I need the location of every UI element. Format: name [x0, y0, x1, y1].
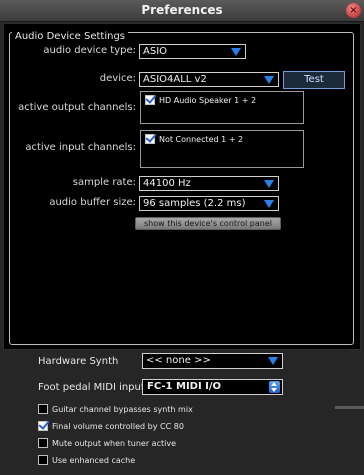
output-channels-label: active output channels:: [18, 102, 136, 113]
option-label: Use enhanced cache: [52, 455, 136, 465]
checkbox[interactable]: [38, 455, 48, 465]
hardware-synth-dropdown[interactable]: << none >>: [142, 353, 283, 369]
dropdown-arrow-icon: [231, 48, 241, 56]
output-channel-label: HD Audio Speaker 1 + 2: [159, 95, 257, 105]
output-channels-list[interactable]: HD Audio Speaker 1 + 2: [140, 91, 304, 124]
device-type-value: ASIO: [143, 46, 168, 57]
option-mute-output[interactable]: Mute output when tuner active: [38, 438, 176, 448]
checkbox[interactable]: [38, 438, 48, 448]
option-label: Guitar channel bypasses synth mix: [52, 404, 193, 414]
sample-rate-value: 44100 Hz: [143, 178, 191, 189]
foot-pedal-value: FC-1 MIDI I/O: [147, 381, 222, 392]
input-channels-label: active input channels:: [25, 142, 136, 153]
show-control-panel-button[interactable]: show this device's control panel: [135, 217, 281, 230]
window-title: Preferences: [141, 3, 223, 17]
sample-rate-dropdown[interactable]: 44100 Hz: [139, 176, 279, 191]
list-item[interactable]: HD Audio Speaker 1 + 2: [145, 95, 256, 105]
list-item[interactable]: Not Connected 1 + 2: [145, 134, 243, 144]
title-bar: Preferences ×: [0, 0, 364, 22]
sample-rate-label: sample rate:: [72, 177, 136, 188]
buffer-size-dropdown[interactable]: 96 samples (2.2 ms): [139, 196, 279, 211]
foot-pedal-dropdown[interactable]: FC-1 MIDI I/O: [142, 379, 283, 395]
option-label: Mute output when tuner active: [52, 438, 176, 448]
audio-settings-legend: Audio Device Settings: [12, 31, 128, 42]
foot-pedal-label: Foot pedal MIDI input:: [38, 382, 149, 393]
dropdown-arrow-icon: [264, 76, 274, 84]
hardware-synth-value: << none >>: [146, 355, 211, 366]
checkbox[interactable]: [38, 404, 48, 414]
test-button[interactable]: Test: [283, 71, 345, 89]
device-dropdown[interactable]: ASIO4ALL v2: [139, 72, 279, 87]
checkbox[interactable]: [38, 421, 48, 431]
dropdown-arrow-icon: [264, 200, 274, 208]
device-value: ASIO4ALL v2: [143, 74, 207, 85]
stepper-icon[interactable]: [269, 381, 280, 393]
hardware-synth-label: Hardware Synth: [38, 356, 119, 367]
option-final-volume[interactable]: Final volume controlled by CC 80: [38, 421, 184, 431]
option-enhanced-cache[interactable]: Use enhanced cache: [38, 455, 135, 465]
dropdown-arrow-icon: [268, 357, 278, 365]
checkbox[interactable]: [145, 95, 155, 105]
close-icon[interactable]: ×: [346, 3, 361, 18]
buffer-size-value: 96 samples (2.2 ms): [143, 198, 246, 209]
audio-settings-panel: Audio Device Settings audio device type:…: [3, 23, 361, 350]
option-guitar-bypass[interactable]: Guitar channel bypasses synth mix: [38, 404, 193, 414]
divider: [335, 406, 364, 409]
device-type-dropdown[interactable]: ASIO: [139, 44, 246, 59]
device-label: device:: [99, 73, 136, 84]
checkbox[interactable]: [145, 134, 155, 144]
dropdown-arrow-icon: [264, 180, 274, 188]
input-channels-list[interactable]: Not Connected 1 + 2: [140, 130, 304, 168]
buffer-size-label: audio buffer size:: [49, 197, 136, 208]
option-label: Final volume controlled by CC 80: [52, 421, 184, 431]
device-type-label: audio device type:: [43, 45, 136, 56]
input-channel-label: Not Connected 1 + 2: [159, 134, 244, 144]
